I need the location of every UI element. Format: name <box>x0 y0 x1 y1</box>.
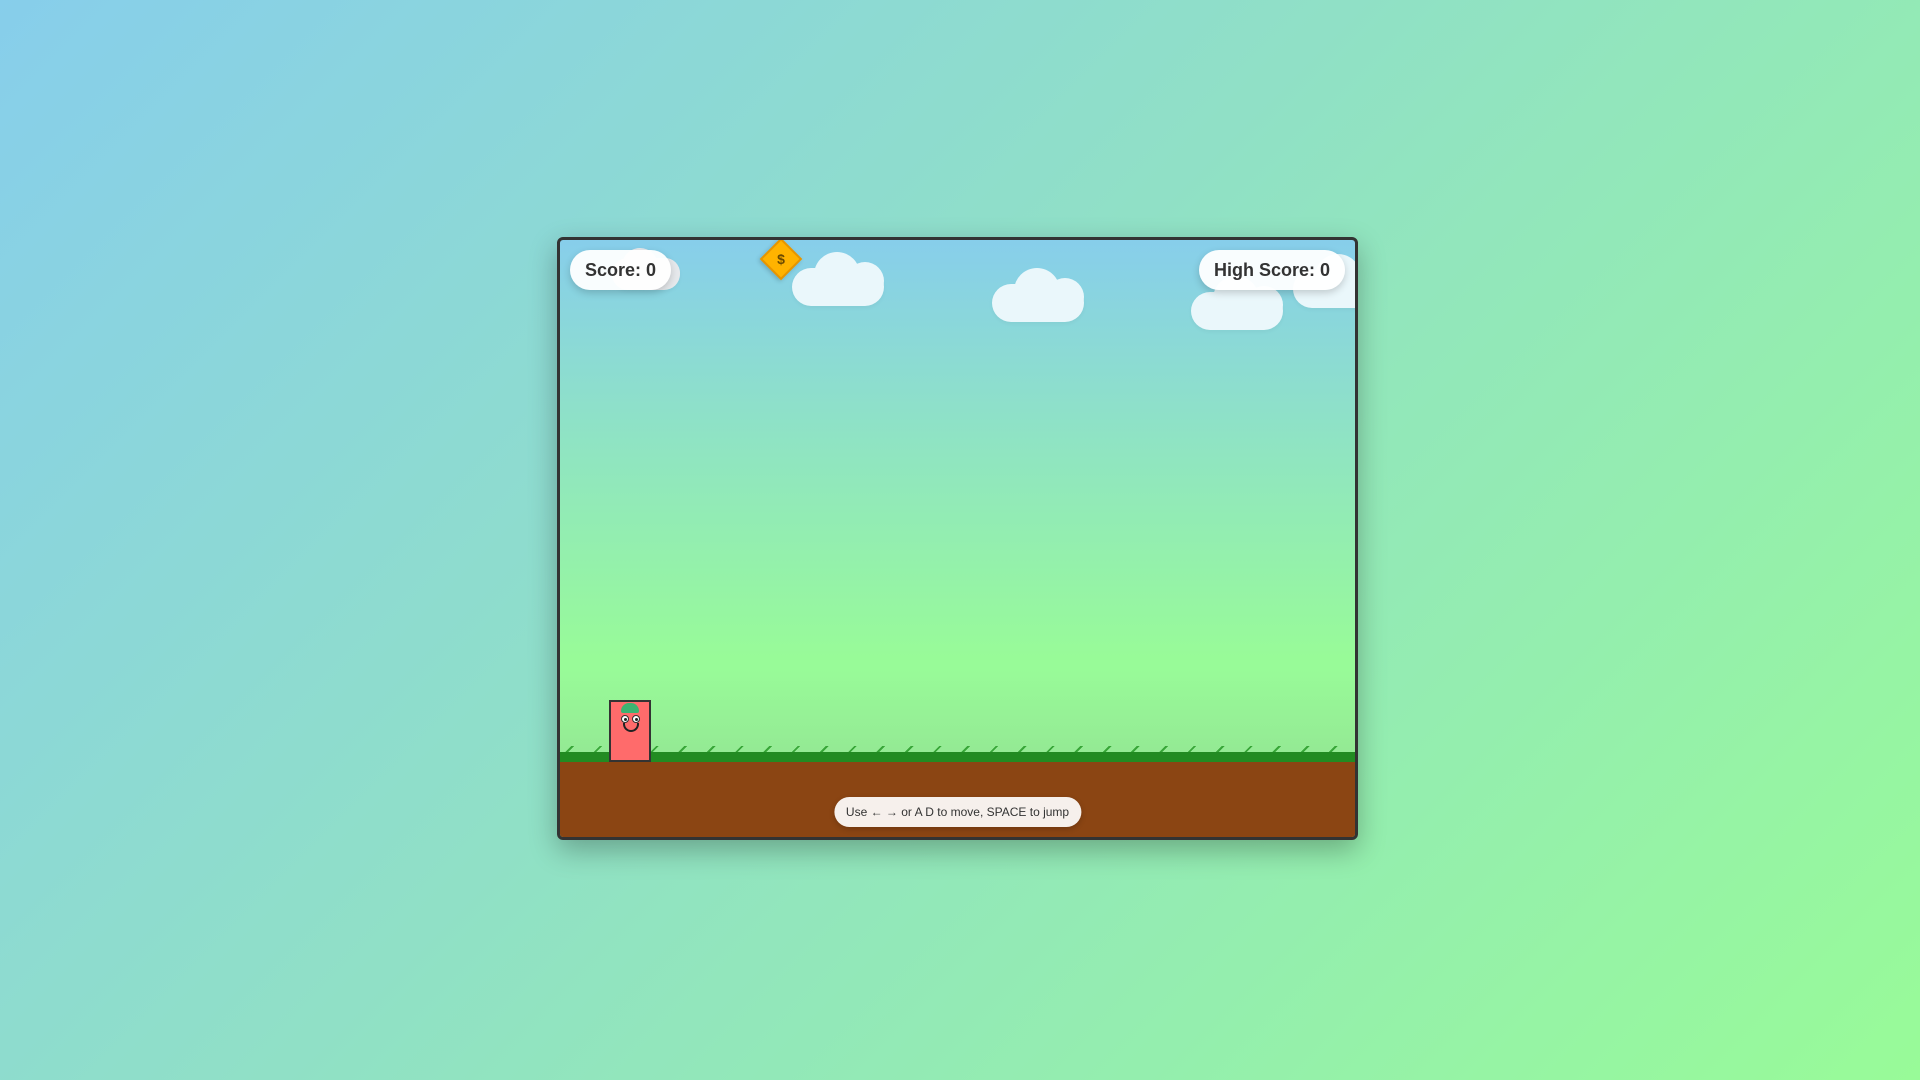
cloud <box>992 268 1084 322</box>
player-hat <box>621 703 639 713</box>
player-left-eye <box>621 715 629 723</box>
game-canvas[interactable]: $ Score: 0 High Score: 0 Use ← → or A D … <box>557 237 1358 840</box>
score-display: Score: 0 <box>570 250 672 290</box>
instructions-banner: Use ← → or A D to move, SPACE to jump <box>833 797 1082 827</box>
cloud <box>792 252 884 306</box>
ground: Use ← → or A D to move, SPACE to jump <box>560 762 1355 837</box>
player-character <box>609 700 651 762</box>
grass-strip <box>560 752 1355 762</box>
coin-glyph: $ <box>777 251 785 267</box>
cloud <box>1191 276 1283 330</box>
high-score-display: High Score: 0 <box>1198 250 1345 290</box>
player-right-eye <box>632 715 640 723</box>
player-mouth <box>623 723 639 732</box>
